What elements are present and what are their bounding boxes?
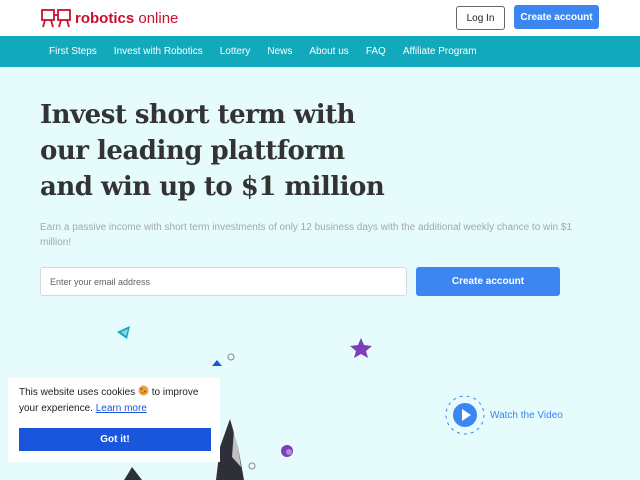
create-account-header-button[interactable]: Create account [514,5,599,29]
site-logo[interactable]: robotics online [40,7,178,29]
create-account-hero-button[interactable]: Create account [416,267,560,296]
triangle-shape-icon [117,326,130,339]
purple-dot-shape-icon [281,445,293,457]
email-input[interactable] [40,267,407,296]
headline-line: and win up to $1 million [40,172,385,202]
blue-tip-shape-icon [212,360,222,366]
login-button[interactable]: Log In [456,6,505,30]
star-shape-icon [350,338,372,358]
nav-item-first-steps[interactable]: First Steps [49,46,97,57]
cookie-accept-button[interactable]: Got it! [19,428,211,451]
robot-logo-icon [41,9,71,28]
watch-video-label: Watch the Video [490,409,563,421]
nav-item-faq[interactable]: FAQ [366,46,386,57]
cookie-banner: This website uses cookies to improve you… [8,378,220,462]
nav-item-about-us[interactable]: About us [309,46,348,57]
headline-line: Invest short term with [40,100,356,130]
logo-text: robotics online [75,9,179,27]
nav-item-affiliate[interactable]: Affiliate Program [403,46,477,57]
cookie-text: This website uses cookies to improve you… [19,385,209,417]
cookie-text-before: This website uses cookies [19,387,136,398]
nav-item-lottery[interactable]: Lottery [220,46,251,57]
hero-headline: Invest short term with our leading platt… [40,97,440,205]
cookie-icon [138,385,149,396]
hero-subtext: Earn a passive income with short term in… [40,222,572,248]
learn-more-link[interactable]: Learn more [96,403,147,414]
ring-shape-icon [227,353,235,361]
headline-line: our leading plattform [40,136,345,166]
watch-video-link[interactable]: Watch the Video [444,394,563,436]
main-nav: First Steps Invest with Robotics Lottery… [0,36,640,67]
nav-item-invest[interactable]: Invest with Robotics [114,46,203,57]
nav-item-news[interactable]: News [267,46,292,57]
play-icon [445,395,485,435]
top-header: robotics online Log In Create account [0,0,640,36]
